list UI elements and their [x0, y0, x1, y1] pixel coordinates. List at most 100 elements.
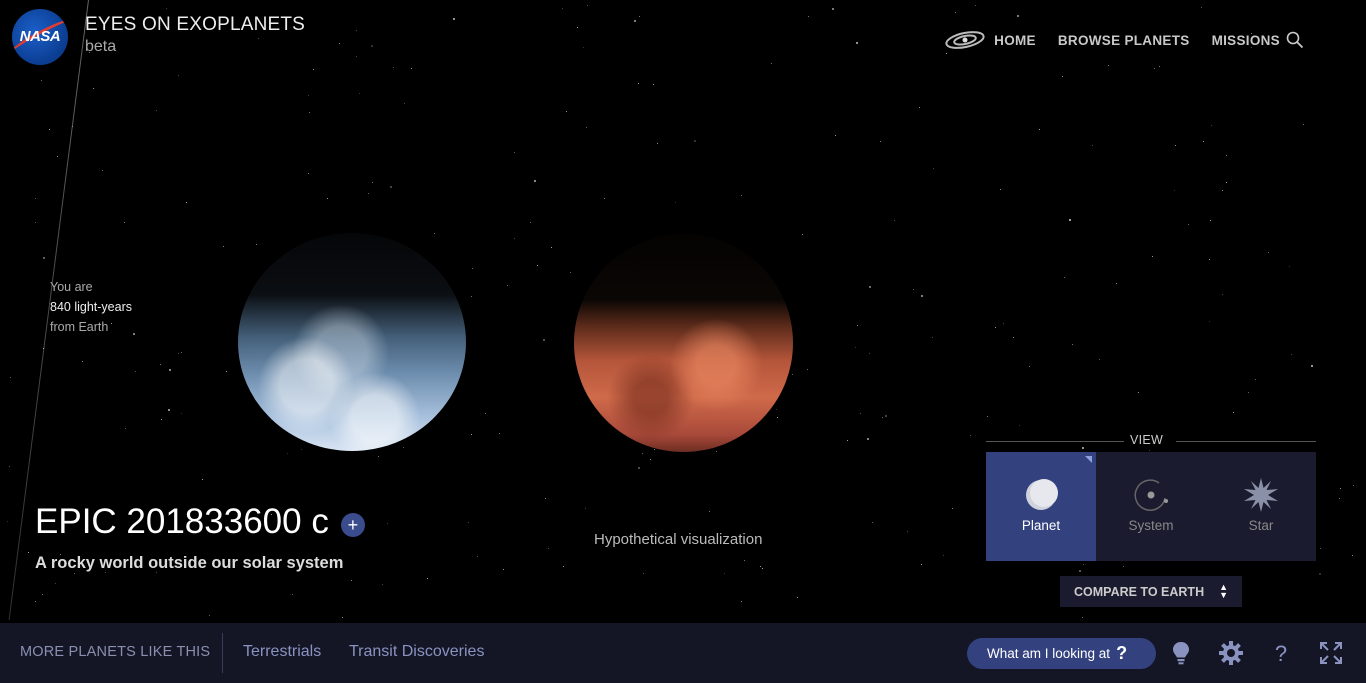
- fullscreen-icon[interactable]: [1318, 640, 1344, 666]
- galaxy-icon: [945, 31, 985, 49]
- add-planet-button[interactable]: +: [340, 513, 365, 537]
- star: [570, 272, 571, 273]
- star: [808, 16, 809, 17]
- app-title[interactable]: EYES ON EXOPLANETS: [85, 14, 305, 36]
- star: [453, 18, 455, 20]
- nav-home[interactable]: HOME: [994, 33, 1036, 48]
- star: [872, 522, 873, 523]
- star: [382, 584, 383, 585]
- category-terrestrials[interactable]: Terrestrials: [243, 643, 321, 661]
- star: [223, 246, 224, 247]
- star: [741, 601, 742, 602]
- star: [634, 20, 636, 22]
- star: [921, 564, 922, 565]
- star: [57, 156, 58, 157]
- star: [762, 568, 763, 569]
- gear-icon[interactable]: [1218, 640, 1244, 666]
- star: [403, 447, 404, 448]
- star: [287, 453, 288, 454]
- compare-to-earth-select[interactable]: COMPARE TO EARTH ▲ ▼: [1060, 576, 1242, 607]
- star: [537, 265, 538, 266]
- star: [1226, 182, 1227, 183]
- star: [371, 45, 373, 47]
- star: [503, 569, 504, 570]
- star: [802, 234, 803, 235]
- active-corner-indicator: [1085, 456, 1092, 463]
- star: [55, 583, 56, 584]
- view-system-button[interactable]: System: [1096, 452, 1206, 561]
- star: [1291, 354, 1292, 355]
- star: [955, 12, 956, 13]
- star: [880, 141, 881, 142]
- star: [1211, 125, 1212, 126]
- star: [485, 413, 486, 414]
- star: [372, 182, 373, 183]
- star: [499, 433, 500, 434]
- nav-missions[interactable]: MISSIONS: [1212, 33, 1280, 48]
- star: [327, 198, 328, 199]
- what-am-i-looking-at-button[interactable]: What am I looking at ?: [967, 638, 1156, 669]
- star: [657, 143, 658, 144]
- star: [1226, 155, 1227, 156]
- star: [1203, 141, 1204, 142]
- help-icon[interactable]: ?: [1268, 640, 1294, 666]
- star: [404, 103, 405, 104]
- star: [169, 369, 171, 371]
- view-system-label: System: [1128, 518, 1174, 533]
- star: [563, 566, 564, 567]
- nav-browse-planets[interactable]: BROWSE PLANETS: [1058, 33, 1190, 48]
- star: [638, 467, 640, 469]
- star: [1289, 266, 1290, 267]
- planet-title: EPIC 201833600 c +: [35, 502, 365, 542]
- star: [566, 111, 567, 112]
- star: [855, 347, 856, 348]
- star: [181, 413, 182, 414]
- star: [675, 202, 676, 203]
- star: [35, 198, 36, 199]
- nasa-logo-text: NASA: [19, 28, 61, 45]
- star: [313, 69, 314, 70]
- star: [1319, 573, 1321, 575]
- star: [82, 361, 83, 362]
- view-star-button[interactable]: Star: [1206, 452, 1316, 561]
- star: [356, 30, 357, 31]
- star: [514, 238, 515, 239]
- star: [178, 75, 179, 76]
- star: [7, 521, 8, 522]
- star: [202, 479, 203, 480]
- star: [741, 195, 742, 196]
- lightbulb-icon[interactable]: [1168, 640, 1194, 666]
- earth-globe[interactable]: [238, 233, 466, 451]
- star: [209, 615, 210, 616]
- star: [308, 173, 309, 174]
- star: [797, 597, 798, 598]
- star: [1353, 485, 1354, 486]
- star: [1123, 566, 1124, 567]
- star: [694, 140, 696, 142]
- category-transit-discoveries[interactable]: Transit Discoveries: [349, 643, 484, 661]
- star: [975, 5, 976, 6]
- nasa-logo[interactable]: NASA: [12, 9, 68, 65]
- exoplanet-globe[interactable]: [574, 234, 793, 452]
- star: [1174, 190, 1175, 191]
- star: [477, 556, 478, 557]
- star: [952, 508, 953, 509]
- star: [867, 438, 869, 440]
- star: [907, 531, 908, 532]
- star: [43, 348, 44, 349]
- search-icon[interactable]: [1286, 31, 1304, 49]
- star: [1062, 76, 1063, 77]
- planet-icon: [1026, 479, 1058, 510]
- view-planet-button[interactable]: Planet: [986, 452, 1096, 561]
- star: [933, 168, 934, 169]
- star: [1188, 224, 1189, 225]
- star: [411, 68, 412, 69]
- star: [378, 456, 379, 457]
- star: [1079, 570, 1081, 572]
- star: [1255, 379, 1256, 380]
- star: [393, 67, 394, 68]
- star: [351, 580, 352, 581]
- star: [1092, 145, 1093, 146]
- star: [468, 522, 469, 523]
- star: [545, 498, 546, 499]
